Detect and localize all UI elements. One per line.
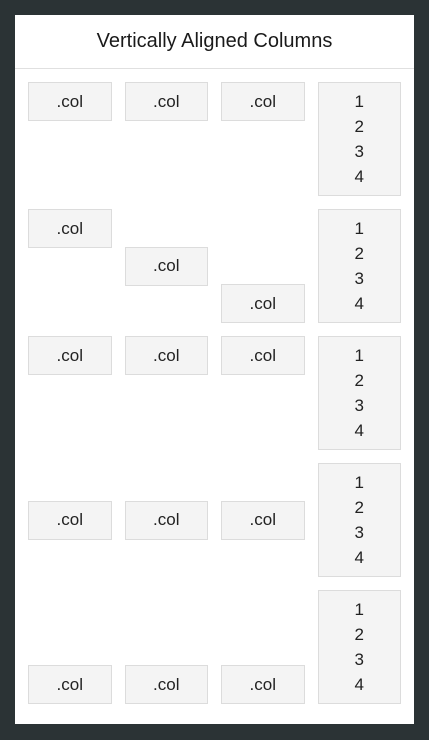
row-align-end: .col .col .col 1 2 3 4: [28, 590, 401, 704]
tall-box: 1 2 3 4: [317, 336, 401, 450]
col-box: .col: [124, 82, 208, 121]
col-box: .col: [221, 665, 305, 704]
col-box: .col: [124, 246, 208, 286]
tall-line: 3: [354, 142, 364, 161]
col-box: .col: [221, 284, 305, 323]
col-box: .col: [28, 209, 112, 248]
tall-line: 3: [354, 396, 364, 415]
col-box: .col: [124, 336, 208, 375]
tall-box: 1 2 3 4: [317, 463, 401, 577]
tall-line: 1: [354, 600, 364, 619]
tall-box: 1 2 3 4: [317, 82, 401, 196]
col-box: .col: [28, 665, 112, 704]
col-box: .col: [28, 336, 112, 375]
row-align-center: .col .col .col 1 2 3 4: [28, 463, 401, 577]
tall-box: 1 2 3 4: [317, 209, 401, 323]
col-box: .col: [124, 500, 208, 540]
tall-line: 4: [354, 675, 364, 694]
page-title: Vertically Aligned Columns: [15, 15, 414, 69]
tall-line: 3: [354, 269, 364, 288]
col-box: .col: [221, 500, 305, 540]
col-box: .col: [221, 82, 305, 121]
tall-line: 4: [354, 421, 364, 440]
tall-line: 3: [354, 650, 364, 669]
col-box: .col: [28, 82, 112, 121]
tall-line: 3: [354, 523, 364, 542]
row-align-start: .col .col .col 1 2 3 4: [28, 82, 401, 196]
tall-line: 2: [354, 371, 364, 390]
tall-line: 1: [354, 346, 364, 365]
row-align-start: .col .col .col 1 2 3 4: [28, 336, 401, 450]
col-box: .col: [221, 336, 305, 375]
tall-line: 1: [354, 473, 364, 492]
col-box: .col: [124, 665, 208, 704]
col-box: .col: [28, 500, 112, 540]
tall-line: 4: [354, 548, 364, 567]
tall-line: 2: [354, 244, 364, 263]
tall-line: 2: [354, 625, 364, 644]
tall-line: 4: [354, 294, 364, 313]
tall-line: 4: [354, 167, 364, 186]
demo-panel: Vertically Aligned Columns .col .col .co…: [15, 15, 414, 724]
tall-line: 2: [354, 498, 364, 517]
row-align-self: .col .col .col 1 2 3 4: [28, 209, 401, 323]
tall-box: 1 2 3 4: [317, 590, 401, 704]
tall-line: 1: [354, 219, 364, 238]
tall-line: 2: [354, 117, 364, 136]
tall-line: 1: [354, 92, 364, 111]
